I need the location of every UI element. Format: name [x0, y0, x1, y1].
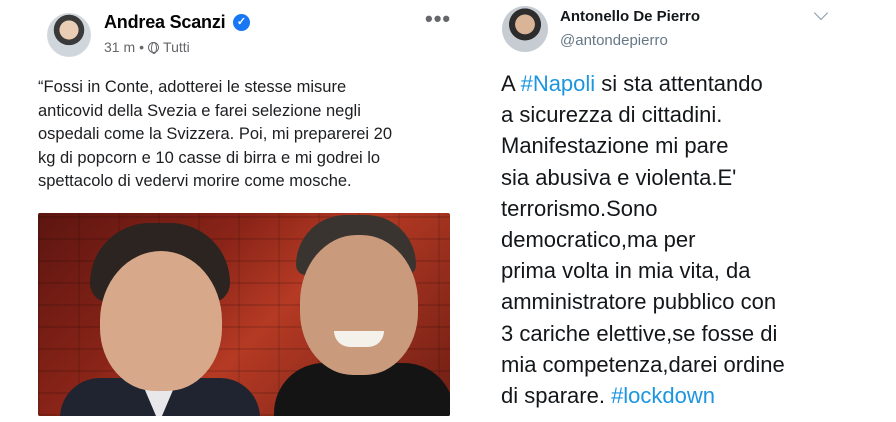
post-time[interactable]: 31 m: [104, 39, 135, 55]
author-name[interactable]: Andrea Scanzi: [104, 12, 226, 33]
tweet-author-name[interactable]: Antonello De Pierro: [560, 8, 700, 25]
tweet-text-segment: prima volta in mia vita, da: [501, 258, 751, 284]
hashtag-link[interactable]: #lockdown: [611, 383, 715, 408]
tweet-text-segment: di sparare.: [501, 383, 612, 409]
tweet-text-line: democratico,ma per: [501, 224, 881, 255]
photo-person-left-face: [100, 251, 222, 391]
tweet-text: A #Napoli si sta attentando a sicurezza d…: [501, 68, 881, 411]
post-meta: 31 m • Tutti: [104, 39, 190, 55]
tweet-text-segment: 3 cariche elettive,se fosse di: [501, 320, 778, 346]
tweet-text-line: mia competenza,darei ordine: [501, 349, 881, 380]
tweet-text-line: terrorismo.Sono: [501, 193, 881, 224]
tweet-text-segment: si sta attentando: [595, 71, 763, 96]
tweet-text-line: di sparare. #lockdown: [501, 380, 881, 411]
photo-person-right-face: [300, 235, 418, 375]
tweet-text-segment: amministratore pubblico con: [501, 289, 777, 315]
facebook-post: Andrea Scanzi ✓ 31 m • Tutti ••• “Fossi …: [38, 0, 468, 422]
tweet-text-line: amministratore pubblico con: [501, 286, 881, 317]
post-text-line: ospedali come la Svizzera. Poi, mi prepa…: [38, 125, 393, 143]
tweet-author-handle[interactable]: @antondepierro: [560, 32, 668, 49]
tweet-text-segment: democratico,ma per: [501, 227, 696, 253]
tweet-text-line: a sicurezza di cittadini.: [501, 99, 881, 130]
audience-label: Tutti: [163, 39, 190, 55]
tweet-text-segment: terrorismo.Sono: [501, 195, 658, 221]
tweet-text-line: 3 cariche elettive,se fosse di: [501, 318, 881, 349]
tweet-text-line: prima volta in mia vita, da: [501, 255, 881, 286]
tweet-author-avatar[interactable]: [502, 6, 548, 52]
hashtag-link[interactable]: #Napoli: [521, 71, 596, 96]
tweet-text-segment: Manifestazione mi pare: [501, 133, 729, 159]
tweet-text-segment: a sicurezza di cittadini.: [501, 102, 723, 128]
tweet-text-segment: sia abusiva e violenta.E': [501, 164, 737, 190]
tweet-text-segment: mia competenza,darei ordine: [501, 351, 785, 377]
post-text: “Fossi in Conte, adotterei le stesse mis…: [38, 76, 466, 194]
tweet-text-segment: A: [501, 71, 521, 96]
chevron-down-icon[interactable]: [813, 5, 829, 21]
post-photo[interactable]: [38, 213, 450, 416]
globe-icon: [148, 41, 160, 54]
tweet-text-line: Manifestazione mi pare: [501, 130, 881, 161]
post-text-line: “Fossi in Conte, adotterei le stesse mis…: [38, 78, 347, 96]
tweet: Antonello De Pierro @antondepierro A #Na…: [480, 0, 896, 422]
verified-badge-icon: ✓: [233, 14, 250, 31]
meta-separator: •: [139, 39, 145, 55]
more-options-icon[interactable]: •••: [425, 6, 451, 32]
tweet-text-line: A #Napoli si sta attentando: [501, 68, 881, 99]
tweet-text-line: sia abusiva e violenta.E': [501, 162, 881, 193]
post-text-line: kg di popcorn e 10 casse di birra e mi g…: [38, 148, 381, 167]
post-text-line: spettacolo di vedervi morire come mosche…: [38, 172, 352, 190]
author-avatar[interactable]: [47, 13, 91, 57]
post-text-line: anticovid della Svezia e farei selezione…: [38, 101, 361, 120]
